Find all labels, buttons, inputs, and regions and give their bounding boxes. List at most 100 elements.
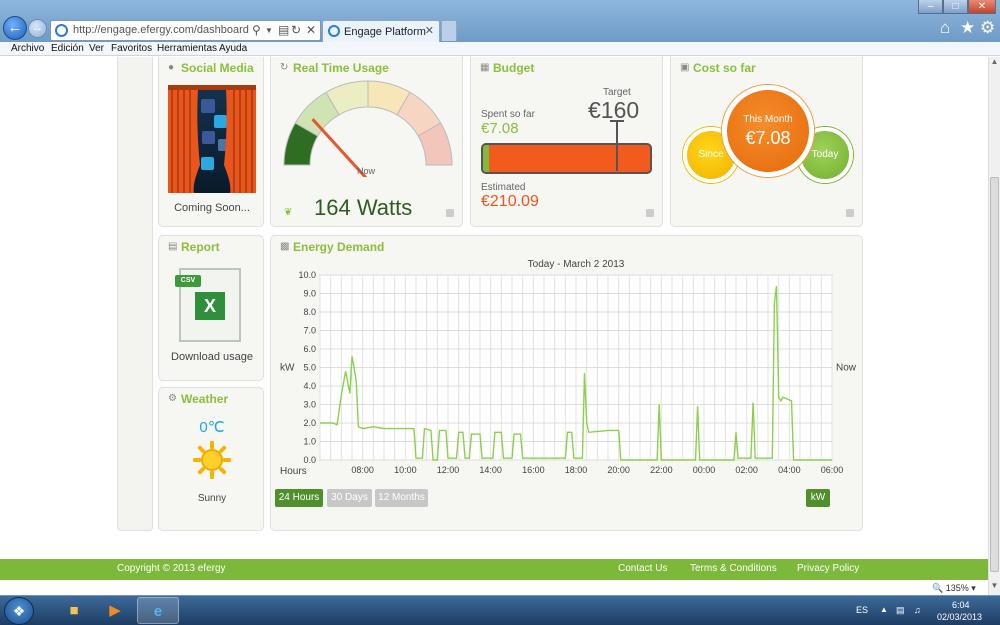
range-24-hours-button[interactable]: 24 Hours — [275, 489, 323, 507]
x-tick-label: 00:00 — [693, 465, 716, 475]
minimize-button[interactable]: – — [918, 0, 943, 14]
power-gauge — [283, 80, 453, 177]
zoom-level[interactable]: 🔍 135% ▾ — [932, 583, 976, 594]
unit-kw-button[interactable]: kW — [806, 489, 830, 507]
budget-card: ▦ Budget Target €160 Spent so far €7.08 … — [470, 57, 663, 227]
home-icon[interactable]: ⌂ — [940, 18, 950, 38]
calculator-icon: ▦ — [480, 62, 490, 73]
media-player-icon: ▶ — [109, 602, 121, 619]
x-tick-label: 16:00 — [522, 465, 545, 475]
info-icon[interactable] — [446, 209, 454, 217]
forward-button[interactable]: → — [28, 19, 47, 38]
today-label: Today — [811, 149, 839, 160]
tab-engage-platform[interactable]: Engage Platform ✕ — [322, 20, 440, 42]
scroll-down-arrow[interactable]: ▼ — [989, 581, 1000, 594]
coming-soon-text: Coming Soon... — [174, 202, 250, 214]
x-tick-label: 02:00 — [735, 465, 758, 475]
zoom-value: 135% — [945, 583, 969, 593]
maximize-button[interactable]: □ — [943, 0, 968, 14]
range-12-months-button[interactable]: 12 Months — [375, 489, 428, 507]
windows-taskbar: ❖ ■ ▶ e ES ▲ ▤ ♫ 6:04 02/03/2013 — [0, 595, 1000, 625]
energy-demand-card: ▩ Energy Demand 0.0 1.0 2.0 3.0 4.0 5.0 6.0 7.0… — [270, 235, 863, 531]
chart-title: Today - March 2 2013 — [528, 259, 625, 270]
back-button[interactable]: ← — [3, 16, 27, 40]
bar-chart-icon: ▩ — [280, 241, 290, 252]
x-axis-label: Hours — [280, 466, 307, 477]
x-tick-label: 14:00 — [479, 465, 502, 475]
this-month-bubble[interactable]: This Month €7.08 — [722, 85, 814, 177]
energy-demand-chart: 0.0 1.0 2.0 3.0 4.0 5.0 6.0 7.0 8.0 9.0 10.0 08:00 1… — [280, 259, 857, 477]
y-tick-label: 10.0 — [298, 270, 316, 280]
scroll-thumb[interactable] — [990, 177, 999, 572]
taskbar-media-player[interactable]: ▶ — [94, 597, 136, 624]
gear-icon[interactable]: ⚙ — [980, 18, 995, 38]
csv-badge: CSV — [175, 275, 201, 287]
language-indicator[interactable]: ES — [856, 605, 868, 615]
browser-titlebar: ← → http://engage.efergy.com/dashboard ⚲… — [0, 0, 1000, 42]
taskbar-explorer[interactable]: ■ — [53, 597, 95, 624]
start-button[interactable]: ❖ — [4, 597, 34, 625]
budget-title: Budget — [493, 61, 535, 75]
new-tab-button[interactable] — [441, 20, 457, 41]
vertical-scrollbar[interactable]: ▲ ▼ — [988, 57, 1000, 595]
close-tab-icon[interactable]: ✕ — [425, 24, 434, 37]
x-tick-label: 06:00 — [821, 465, 844, 475]
since-label: Since — [698, 149, 724, 160]
menu-herramientas[interactable]: Herramientas — [157, 43, 217, 54]
dropdown-icon[interactable]: ▼ — [265, 26, 273, 35]
contact-us-link[interactable]: Contact Us — [618, 563, 667, 574]
document-icon: ▤ — [168, 241, 178, 252]
gauge-segments — [283, 80, 453, 166]
info-icon[interactable] — [646, 209, 654, 217]
address-bar[interactable]: http://engage.efergy.com/dashboard ⚲ ▼ ▤… — [50, 20, 321, 41]
menu-edicion[interactable]: Edición — [51, 43, 84, 54]
menu-ver[interactable]: Ver — [89, 43, 104, 54]
taskbar-internet-explorer[interactable]: e — [137, 597, 179, 624]
estimated-label: Estimated — [481, 182, 526, 193]
ie-icon: e — [153, 603, 163, 620]
ie-tab-icon — [328, 25, 340, 37]
terms-link[interactable]: Terms & Conditions — [690, 563, 777, 574]
clock-date[interactable]: 02/03/2013 — [937, 612, 982, 622]
x-tick-label: 10:00 — [394, 465, 417, 475]
url-text[interactable]: http://engage.efergy.com/dashboard — [73, 24, 249, 36]
scroll-up-arrow[interactable]: ▲ — [989, 57, 1000, 70]
refresh-icon[interactable]: ↻ — [291, 23, 301, 37]
search-icon[interactable]: ⚲ — [252, 23, 261, 37]
y-tick-label: 5.0 — [303, 363, 316, 373]
close-window-button[interactable]: ✕ — [968, 0, 996, 14]
menu-archivo[interactable]: Archivo — [11, 43, 44, 54]
spent-value: €7.08 — [481, 120, 519, 137]
leaf-icon: ❦ — [284, 207, 293, 218]
site-footer: Copyright © 2013 efergy Contact Us Terms… — [0, 559, 988, 580]
target-value: €160 — [588, 97, 640, 123]
menu-favoritos[interactable]: Favoritos — [111, 43, 152, 54]
x-tick-label: 12:00 — [437, 465, 460, 475]
compatibility-icon[interactable]: ▤ — [278, 23, 289, 37]
social-media-card: ● Social Media Coming Soon... — [158, 57, 264, 227]
privacy-policy-link[interactable]: Privacy Policy — [797, 563, 859, 574]
range-30-days-button[interactable]: 30 Days — [327, 489, 372, 507]
target-marker — [610, 120, 624, 171]
network-icon[interactable]: ▤ — [896, 605, 905, 616]
spinner-icon: ↻ — [280, 62, 289, 73]
info-icon[interactable] — [846, 209, 854, 217]
this-month-label: This Month — [743, 114, 793, 125]
estimated-value: €210.09 — [481, 193, 539, 210]
menu-ayuda[interactable]: Ayuda — [219, 43, 247, 54]
clock-time[interactable]: 6:04 — [952, 600, 970, 610]
cost-so-far-card: ▣ Cost so far Since Today This Month €7.… — [670, 57, 863, 227]
favorites-star-icon[interactable]: ★ — [960, 18, 975, 38]
now-axis-label: Now — [836, 363, 857, 374]
budget-spent-fill — [483, 145, 489, 172]
download-usage-link[interactable]: Download usage — [159, 351, 265, 363]
report-title: Report — [181, 240, 220, 254]
csv-file-icon[interactable]: CSV X — [175, 268, 241, 342]
y-tick-label: 2.0 — [303, 418, 316, 428]
report-card: ▤ Report CSV X Download usage — [158, 235, 264, 381]
tray-expand-icon[interactable]: ▲ — [880, 605, 888, 614]
y-tick-label: 9.0 — [303, 289, 316, 299]
volume-icon[interactable]: ♫ — [914, 605, 921, 615]
stop-icon[interactable]: ✕ — [306, 23, 316, 37]
arrow-right-icon: → — [32, 22, 43, 34]
